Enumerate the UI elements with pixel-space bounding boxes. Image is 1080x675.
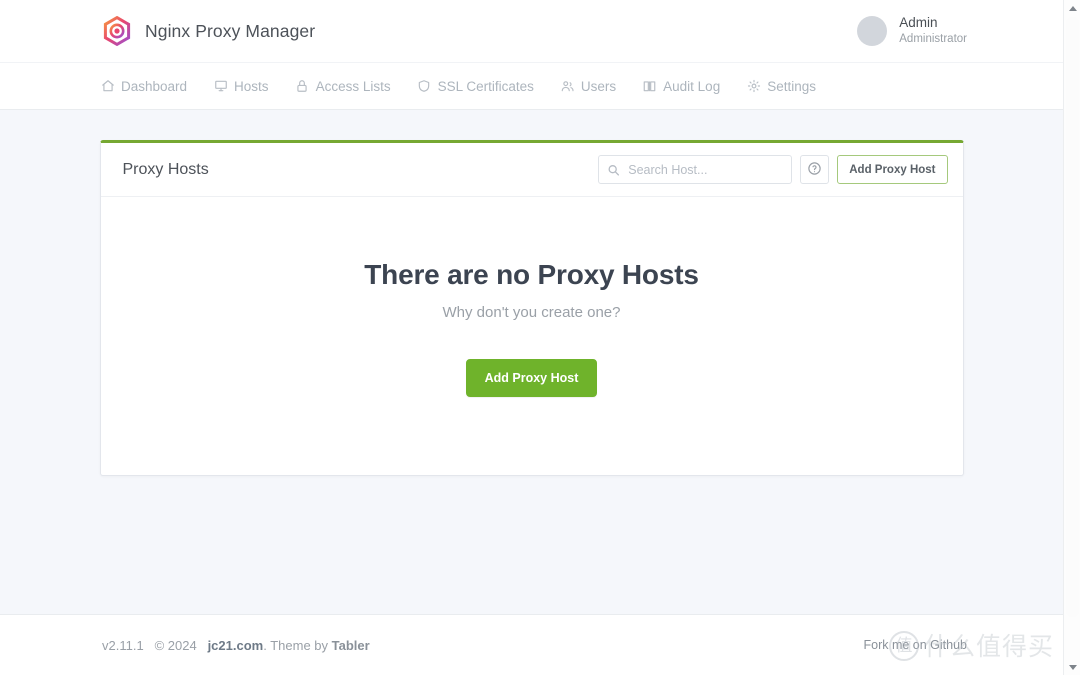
app-title: Nginx Proxy Manager <box>145 20 316 41</box>
tabler-link[interactable]: Tabler <box>332 638 370 653</box>
empty-state-title: There are no Proxy Hosts <box>364 259 699 290</box>
add-proxy-host-button[interactable]: Add Proxy Host <box>465 359 598 397</box>
scroll-up-arrow-icon[interactable] <box>1064 0 1080 16</box>
nav-label: Dashboard <box>121 78 188 94</box>
avatar <box>857 16 888 46</box>
empty-state-subtitle: Why don't you create one? <box>442 304 621 321</box>
search-input[interactable] <box>598 155 793 184</box>
hexagon-target-logo-icon <box>102 16 132 46</box>
fork-me-link[interactable]: Fork me on Github <box>863 638 967 652</box>
app-header: Nginx Proxy Manager Admin Administrator <box>0 0 1063 62</box>
monitor-icon <box>213 79 228 94</box>
proxy-hosts-card: Proxy Hosts Search Host... Add Proxy Hos… <box>99 140 964 476</box>
home-icon <box>100 79 115 94</box>
nav-item-access-lists[interactable]: Access Lists <box>295 79 391 94</box>
main-content: Proxy Hosts Search Host... Add Proxy Hos… <box>0 110 1063 614</box>
nav-label: Access Lists <box>315 78 391 94</box>
search-host-field[interactable] <box>598 155 793 184</box>
book-icon <box>642 79 657 94</box>
user-role: Administrator <box>899 33 967 46</box>
nav-item-audit-log[interactable]: Audit Log <box>642 79 720 94</box>
page-scrollbar[interactable] <box>1063 0 1080 675</box>
footer-left: v2.11.1 © 2024 jc21.com. Theme by Tabler <box>102 638 370 653</box>
nav-item-hosts[interactable]: Hosts <box>213 79 269 94</box>
gear-icon <box>746 79 761 94</box>
empty-state: There are no Proxy Hosts Why don't you c… <box>101 197 963 475</box>
nav-item-users[interactable]: Users <box>560 79 616 94</box>
page-title: Proxy Hosts <box>122 160 209 178</box>
app-footer: v2.11.1 © 2024 jc21.com. Theme by Tabler… <box>0 614 1063 675</box>
scroll-down-arrow-icon[interactable] <box>1064 659 1080 675</box>
user-name: Admin <box>899 15 938 31</box>
nav-item-ssl-certificates[interactable]: SSL Certificates <box>417 79 534 94</box>
nav-label: Settings <box>767 78 816 94</box>
users-icon <box>560 79 575 94</box>
brand[interactable]: Nginx Proxy Manager <box>102 16 315 46</box>
jc21-link[interactable]: jc21.com <box>208 638 264 653</box>
nav-label: Hosts <box>234 78 269 94</box>
card-header: Proxy Hosts Search Host... Add Proxy Hos… <box>100 143 963 197</box>
user-info: Admin Administrator <box>899 15 967 46</box>
nav-label: Users <box>580 78 617 94</box>
footer-version: v2.11.1 <box>102 637 144 653</box>
nav-item-dashboard[interactable]: Dashboard <box>100 79 187 94</box>
add-proxy-host-header-button[interactable]: Add Proxy Host <box>837 155 948 184</box>
main-navigation: Dashboard Hosts Access Lists SSL Certifi… <box>0 62 1063 110</box>
footer-copyright: © 2024 <box>154 637 197 653</box>
card-actions: Add Proxy Host <box>598 155 948 184</box>
nav-label: SSL Certificates <box>437 78 534 94</box>
page-viewport: Nginx Proxy Manager Admin Administrator … <box>0 0 1063 675</box>
scrollbar-thumb[interactable] <box>1066 17 1079 617</box>
footer-theme-prefix: . Theme by <box>263 637 332 653</box>
shield-icon <box>417 79 432 94</box>
user-menu[interactable]: Admin Administrator <box>857 0 967 62</box>
help-button[interactable] <box>800 155 830 184</box>
question-circle-icon <box>807 161 822 179</box>
lock-icon <box>295 79 310 94</box>
nav-item-settings[interactable]: Settings <box>746 79 816 94</box>
nav-label: Audit Log <box>663 78 721 94</box>
